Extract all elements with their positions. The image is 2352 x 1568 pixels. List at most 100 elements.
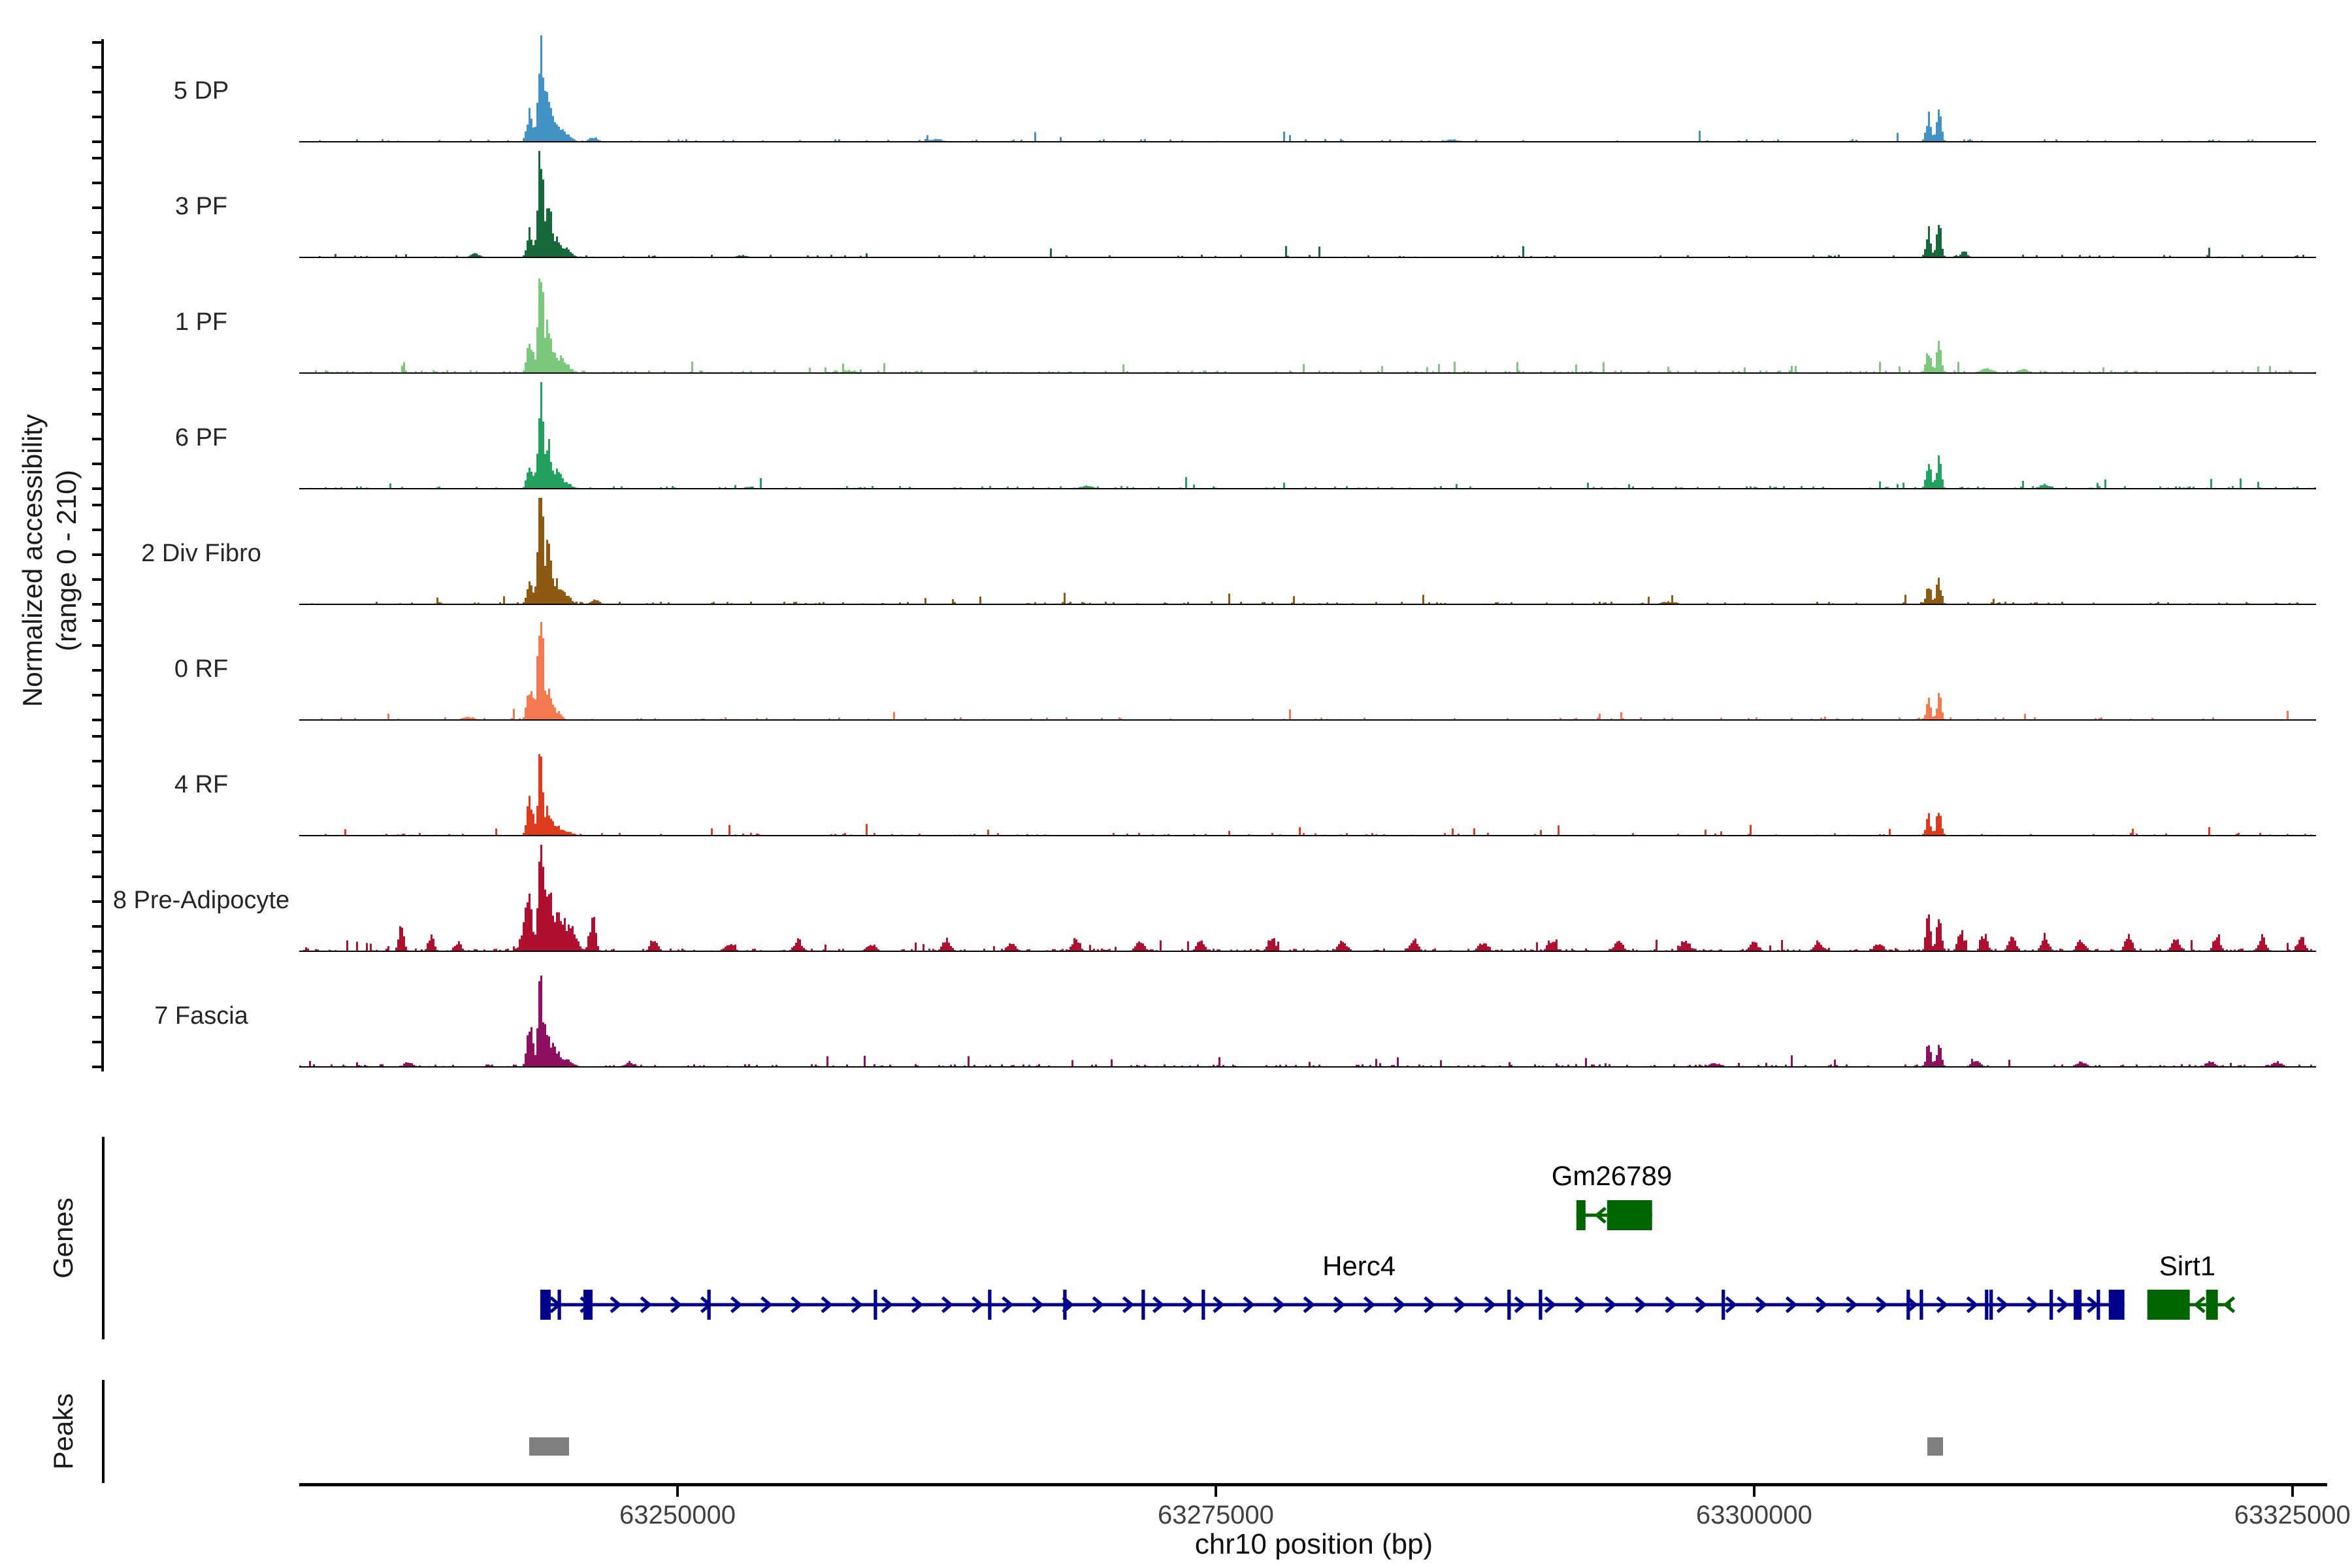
y-axis-label-line1: Normalized accessibility (16, 414, 50, 707)
y-axis-tick (92, 372, 102, 374)
gene-label: Gm26789 (1481, 1160, 1742, 1192)
y-axis-tick (92, 413, 102, 416)
gene-exon (2109, 1290, 2125, 1320)
x-axis-title: chr10 position (bp) (922, 1527, 1706, 1561)
y-axis-tick (92, 875, 102, 878)
gene-label: Herc4 (1228, 1250, 1490, 1282)
track-baseline (299, 719, 2316, 721)
gene-exon (1722, 1290, 1725, 1320)
gene-exon (1906, 1290, 1910, 1320)
track-label: 6 PF (85, 423, 318, 453)
signal-area (299, 975, 2316, 1067)
y-axis-tick (92, 991, 102, 994)
x-axis-tick (1215, 1486, 1217, 1497)
genes-section-bracket (102, 1137, 105, 1339)
y-axis-tick (92, 785, 102, 787)
peaks-section-label: Peaks (46, 1394, 80, 1470)
gene-exon (1063, 1290, 1066, 1320)
y-axis-tick (92, 438, 102, 440)
y-axis-tick (92, 347, 102, 350)
track-baseline (299, 372, 2316, 374)
gene-exon (1141, 1290, 1145, 1320)
track-label: 2 Div Fibro (85, 538, 318, 568)
x-axis-tick (676, 1486, 679, 1497)
signal-area (299, 622, 2316, 720)
gene-exon (1607, 1200, 1652, 1230)
x-axis-tick (2291, 1486, 2294, 1497)
y-axis-tick (92, 182, 102, 184)
track-label: 3 PF (85, 191, 318, 221)
coverage-plot-figure: { "figure": { "y_axis_label_line1": "Nor… (0, 0, 2352, 1568)
y-axis-tick (92, 694, 102, 696)
coverage-track-signal (299, 265, 2316, 374)
gene-exon (988, 1290, 991, 1320)
y-axis-tick (92, 966, 102, 969)
gene-label: Sirt1 (2057, 1250, 2318, 1282)
coverage-track-signal (299, 496, 2316, 606)
y-axis-tick (92, 1016, 102, 1019)
x-axis-tick-label: 63325000 (2195, 1500, 2352, 1530)
gene-exon (557, 1290, 561, 1320)
y-axis-tick (92, 578, 102, 581)
y-axis-tick (92, 669, 102, 672)
coverage-track-signal (299, 612, 2316, 721)
y-axis-tick (92, 851, 102, 853)
gene-exon (874, 1290, 877, 1320)
gene-exon (1507, 1290, 1511, 1320)
y-axis-tick (92, 619, 102, 622)
track-label: 7 Fascia (85, 1001, 318, 1031)
track-baseline (299, 604, 2316, 605)
x-axis-line (299, 1483, 2327, 1486)
gene-exon (1201, 1290, 1205, 1320)
y-axis-tick (92, 463, 102, 465)
signal-area (299, 151, 2316, 257)
signal-area (299, 278, 2316, 373)
gene-exon (2206, 1290, 2218, 1320)
gene-exon (1989, 1290, 1993, 1320)
gene-exon (708, 1290, 711, 1320)
coverage-track-signal (299, 727, 2316, 837)
gene-exon (2097, 1290, 2100, 1320)
y-axis-tick (92, 256, 102, 259)
track-label: 4 RF (85, 770, 318, 800)
y-axis-tick (92, 1066, 102, 1068)
gene-exon (2074, 1290, 2082, 1320)
y-axis-tick (92, 297, 102, 300)
y-axis-tick (92, 1041, 102, 1043)
coverage-track-signal (299, 380, 2316, 490)
coverage-track-signal (299, 843, 2316, 953)
y-axis-label-line2: (range 0 - 210) (50, 414, 84, 707)
y-axis-tick (92, 529, 102, 531)
y-axis-tick (92, 553, 102, 556)
coverage-track-signal (299, 33, 2316, 143)
called-peak (529, 1437, 569, 1456)
signal-area (299, 382, 2316, 489)
signal-area (299, 754, 2316, 836)
track-label: 1 PF (85, 307, 318, 337)
coverage-track-signal (299, 958, 2316, 1068)
y-axis-tick (92, 487, 102, 490)
y-axis-tick (92, 206, 102, 209)
y-axis-tick (92, 322, 102, 325)
y-axis-tick (92, 272, 102, 275)
track-baseline (299, 951, 2316, 952)
y-axis-tick (92, 644, 102, 647)
gene-exon (583, 1290, 593, 1320)
track-baseline (299, 141, 2316, 142)
track-baseline (299, 1066, 2316, 1068)
signal-area (299, 498, 2316, 604)
gene-exon (1985, 1290, 1988, 1320)
gene-exon (540, 1290, 551, 1320)
y-axis-tick (92, 950, 102, 953)
y-axis-tick (92, 735, 102, 738)
track-baseline (299, 488, 2316, 489)
y-axis-tick (92, 719, 102, 721)
y-axis-tick (92, 91, 102, 93)
y-axis-tick (92, 925, 102, 928)
track-label: 5 DP (85, 76, 318, 106)
gene-exon (2148, 1290, 2190, 1320)
signal-area (299, 845, 2316, 951)
signal-area (299, 35, 2316, 142)
y-axis-tick (92, 809, 102, 812)
gene-exon (2050, 1290, 2053, 1320)
